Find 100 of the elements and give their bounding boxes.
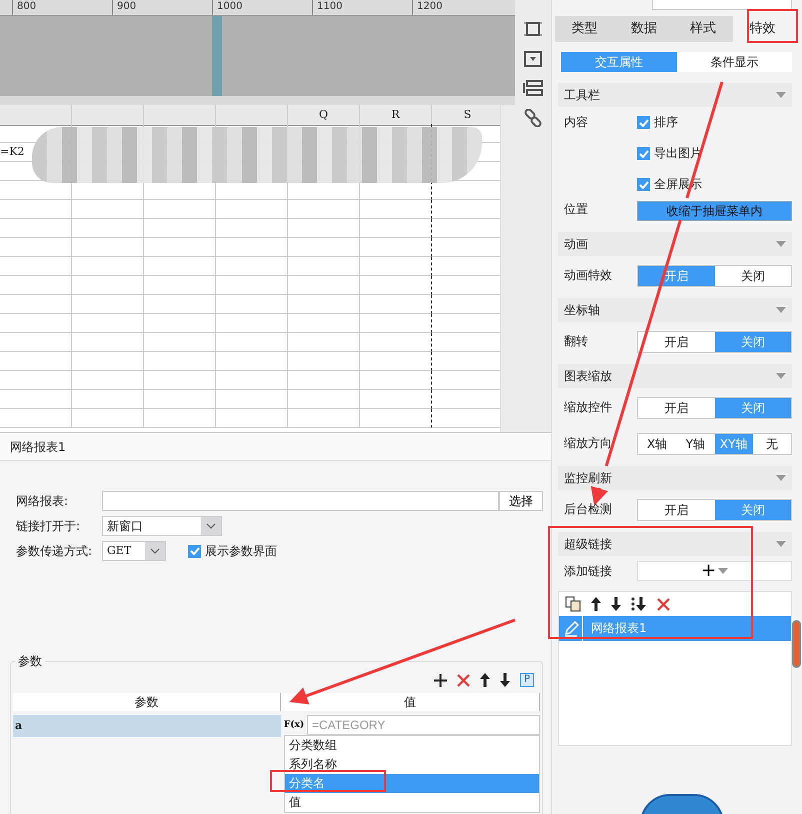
add-icon[interactable] [434, 674, 447, 686]
table-cell [360, 314, 432, 333]
field-label: 参数传递方式: [16, 542, 94, 560]
delete-icon[interactable] [657, 598, 670, 610]
table-cell [216, 333, 288, 352]
method-select[interactable]: GET [102, 541, 166, 561]
section-title: 动画 [564, 236, 588, 252]
table-cell [360, 352, 432, 371]
table-cell [288, 219, 360, 238]
column-header[interactable] [216, 105, 288, 126]
section-header[interactable]: 超级链接 [558, 532, 792, 556]
parameter-button[interactable]: P [520, 673, 534, 687]
highlight-frame [747, 9, 798, 43]
frame-icon[interactable] [524, 20, 542, 38]
add-link-button[interactable]: + [637, 561, 792, 581]
copy-icon[interactable] [565, 596, 581, 612]
choose-button[interactable]: 选择 [499, 491, 543, 511]
tab[interactable]: 数据 [614, 16, 674, 42]
table-cell [144, 409, 216, 428]
table-cell [360, 219, 432, 238]
field-label: 添加链接 [564, 563, 613, 580]
table-cell [144, 219, 216, 238]
table-cell [72, 238, 144, 257]
table-cell [288, 276, 360, 295]
move-up-icon[interactable] [480, 673, 490, 687]
chevron-down-icon[interactable] [150, 548, 160, 554]
table-cell [72, 390, 144, 409]
table-cell [144, 352, 216, 371]
table-cell [0, 219, 72, 238]
collapse-icon[interactable] [776, 241, 786, 247]
element-select[interactable] [652, 0, 792, 10]
table-cell [0, 409, 72, 428]
scrollbar-thumb[interactable] [792, 620, 801, 668]
ruler-label: 800 [12, 0, 112, 15]
list-icon[interactable] [523, 80, 543, 96]
checkbox[interactable]: 排序 [637, 114, 702, 131]
tab[interactable]: 条件显示 [676, 52, 792, 72]
column-header[interactable] [144, 105, 216, 126]
table-cell [360, 257, 432, 276]
table-cell [216, 409, 288, 428]
caret-icon[interactable] [718, 568, 728, 574]
delete-icon[interactable] [457, 674, 470, 686]
checkmark-icon [638, 180, 648, 188]
table-cell [0, 200, 72, 219]
chevron-down-icon[interactable] [206, 523, 216, 529]
section-header[interactable]: 工具栏 [558, 83, 792, 107]
table-cell [72, 295, 144, 314]
column-header[interactable] [0, 105, 72, 126]
table-cell [216, 352, 288, 371]
table-cell [0, 295, 72, 314]
collapse-icon[interactable] [776, 307, 786, 313]
move-down-icon[interactable] [611, 597, 621, 611]
move-down-icon[interactable] [500, 673, 510, 687]
column-header[interactable]: R [360, 105, 432, 126]
table-cell [216, 371, 288, 390]
column-header[interactable]: Q [288, 105, 360, 126]
table-cell [360, 371, 432, 390]
report-field[interactable] [102, 491, 500, 511]
pencil-icon[interactable] [562, 620, 578, 636]
section-header[interactable]: 坐标轴 [558, 298, 792, 322]
link-icon[interactable] [524, 109, 542, 127]
section-title: 超级链接 [564, 536, 612, 552]
table-cell [0, 314, 72, 333]
table-cell [72, 200, 144, 219]
table-cell [216, 276, 288, 295]
section-header[interactable]: 图表缩放 [558, 364, 792, 388]
tab[interactable]: 特效 [732, 16, 792, 42]
section-header[interactable]: 监控刷新 [558, 466, 792, 490]
collapse-icon[interactable] [776, 475, 786, 481]
ruler-label: 1000 [212, 0, 312, 15]
table-cell [288, 314, 360, 333]
checkbox[interactable]: 展示参数界面 [188, 542, 277, 560]
table-cell [216, 219, 288, 238]
field-label: 内容 [564, 114, 589, 131]
table-cell [360, 295, 432, 314]
field-label: 位置 [564, 201, 589, 218]
formula-button[interactable]: F(x) [281, 715, 307, 735]
dropdown-icon[interactable] [524, 51, 542, 67]
tab[interactable]: 类型 [555, 16, 614, 42]
collapse-icon[interactable] [776, 373, 786, 379]
field-label: 缩放控件 [564, 399, 613, 416]
table-cell [144, 238, 216, 257]
tab[interactable]: 样式 [674, 16, 733, 42]
scrollbar[interactable] [500, 105, 515, 432]
table-cell [288, 333, 360, 352]
position-button[interactable]: 收缩于抽屉菜单内 [637, 201, 792, 221]
section-header[interactable]: 动画 [558, 232, 792, 256]
column-header: 参数 [13, 693, 281, 711]
collapse-icon[interactable] [776, 541, 786, 547]
move-to-bottom-icon[interactable] [631, 597, 647, 611]
checkmark-icon [638, 150, 648, 158]
move-up-icon[interactable] [591, 597, 601, 611]
table-cell [0, 352, 72, 371]
column-header[interactable] [72, 105, 144, 126]
collapse-icon[interactable] [776, 92, 786, 98]
table-cell [144, 390, 216, 409]
open-in-select[interactable]: 新窗口 [102, 516, 222, 536]
table-cell [216, 295, 288, 314]
table-cell [360, 390, 432, 409]
table-cell[interactable]: a [13, 715, 281, 737]
